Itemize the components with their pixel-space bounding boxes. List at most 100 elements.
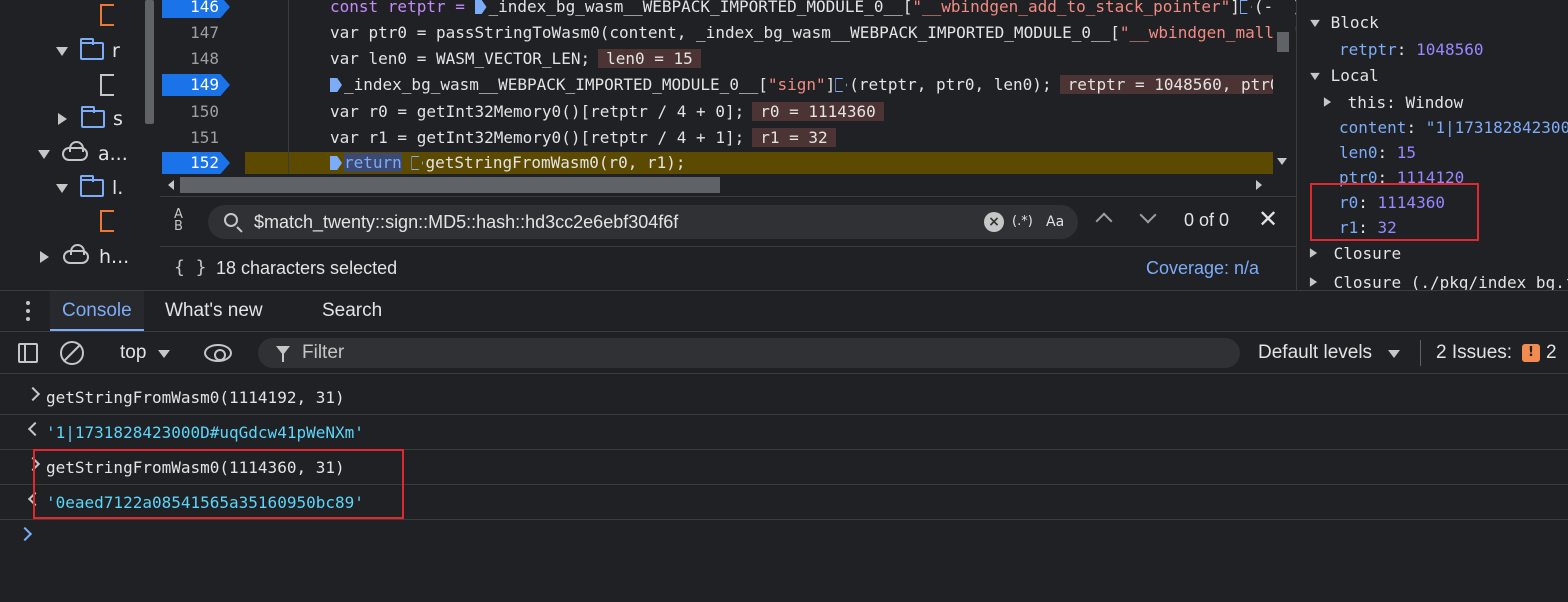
scrollbar-thumb[interactable] <box>145 0 154 124</box>
step-marker-icon[interactable] <box>330 78 342 92</box>
tree-scrollbar[interactable] <box>142 0 156 290</box>
step-marker-icon[interactable] <box>411 156 424 170</box>
tree-item-label: r <box>112 40 120 62</box>
line-number[interactable]: 148 <box>160 46 245 72</box>
scope-variable[interactable]: len0: 15 <box>1339 140 1416 165</box>
sidebar-toggle-icon[interactable] <box>18 343 38 363</box>
collapse-arrow-icon[interactable] <box>1323 97 1332 107</box>
log-levels-dropdown[interactable]: Default levels <box>1258 340 1372 366</box>
step-marker-icon[interactable] <box>330 156 342 170</box>
tree-item-file[interactable] <box>100 72 114 98</box>
tree-item-folder[interactable]: r <box>56 38 120 64</box>
scope-section-block[interactable]: Block <box>1309 10 1379 35</box>
context-selector[interactable]: top <box>120 340 146 366</box>
tab-whats-new[interactable]: What's new <box>165 291 263 331</box>
scope-section-local[interactable]: Local <box>1309 63 1379 88</box>
previous-match-icon[interactable] <box>1095 212 1113 230</box>
expand-arrow-icon[interactable] <box>56 46 68 56</box>
pretty-print-icon[interactable]: { } <box>174 257 207 278</box>
scope-section-closure[interactable]: Closure <box>1309 241 1401 266</box>
search-input[interactable]: $match_twenty::sign::MD5::hash::hd3cc2e6… <box>254 210 678 234</box>
code-text: var len0 = WASM_VECTOR_LEN; <box>330 49 591 68</box>
chevron-down-icon[interactable] <box>1388 350 1400 358</box>
code-line-149[interactable]: _index_bg_wasm__WEBPACK_IMPORTED_MODULE_… <box>330 72 1288 98</box>
line-number-breakpoint[interactable]: 149 <box>160 72 245 98</box>
scroll-down-icon[interactable] <box>1277 158 1287 165</box>
folder-icon <box>81 106 105 128</box>
live-expression-eye-icon[interactable] <box>204 344 232 362</box>
scope-variable[interactable]: this: Window <box>1323 90 1463 115</box>
collapse-arrow-icon[interactable] <box>1309 277 1318 287</box>
scrollbar-thumb[interactable] <box>180 177 720 193</box>
expand-arrow-icon[interactable] <box>56 183 68 193</box>
step-marker-icon[interactable] <box>1239 0 1252 14</box>
regex-toggle-button[interactable]: (.*) <box>1012 212 1033 232</box>
next-match-icon[interactable] <box>1139 206 1157 224</box>
annotation-highlight-box <box>1310 183 1479 241</box>
line-number[interactable]: 150 <box>160 99 245 125</box>
tree-item-domain[interactable]: h... <box>40 244 129 270</box>
tree-item-file[interactable] <box>100 2 114 28</box>
line-number-breakpoint[interactable]: 146 <box>160 0 245 20</box>
code-line-152[interactable]: return getStringFromWasm0(r0, r1); <box>330 150 686 176</box>
more-options-icon[interactable] <box>26 301 30 323</box>
tree-item-file[interactable] <box>100 208 114 234</box>
issues-count[interactable]: 2 <box>1546 340 1557 366</box>
editor-status-bar: { } 18 characters selected Coverage: n/a <box>160 246 1296 290</box>
clear-search-icon[interactable]: × <box>984 212 1004 232</box>
scope-variable[interactable]: content: "1|173182842300 <box>1339 115 1568 140</box>
filter-input[interactable]: Filter <box>302 341 344 365</box>
scope-section-label: Block <box>1330 13 1379 32</box>
scrollbar-thumb[interactable] <box>1277 32 1289 52</box>
collapse-arrow-icon[interactable] <box>1309 248 1318 258</box>
expand-arrow-icon[interactable] <box>38 149 50 159</box>
code-line-147[interactable]: var ptr0 = passStringToWasm0(content, _i… <box>330 20 1296 46</box>
editor-horizontal-scrollbar[interactable] <box>160 174 1273 196</box>
tree-item-domain[interactable]: a... <box>38 141 128 167</box>
issue-warning-icon[interactable]: ! <box>1522 344 1540 362</box>
tree-item-folder[interactable]: l. <box>56 175 123 201</box>
console-entry-result[interactable]: '1|1731828423000D#uqGdcw41pWeNXm' <box>0 415 1568 450</box>
scope-variable[interactable]: retptr: 1048560 <box>1339 37 1484 62</box>
line-gutter[interactable]: 146 147 148 149 150 151 152 <box>160 0 245 174</box>
code-line-146[interactable]: const retptr = _index_bg_wasm__WEBPACK_I… <box>330 0 1296 20</box>
issues-label[interactable]: 2 Issues: <box>1436 340 1512 366</box>
scope-section-closure[interactable]: Closure (./pkg/index_bg.js <box>1309 270 1568 290</box>
collapse-arrow-icon[interactable] <box>40 251 49 263</box>
line-number[interactable]: 151 <box>160 125 245 151</box>
code-line-150[interactable]: var r0 = getInt32Memory0()[retptr / 4 + … <box>330 99 884 125</box>
filter-input-box[interactable]: Filter <box>258 338 1240 368</box>
chevron-down-icon[interactable] <box>158 350 170 358</box>
code-line-151[interactable]: var r1 = getInt32Memory0()[retptr / 4 + … <box>330 125 836 151</box>
variable-value: 1048560 <box>1416 40 1484 59</box>
folder-icon <box>80 38 104 60</box>
console-output[interactable]: getStringFromWasm0(1114192, 31) '1|17318… <box>0 374 1568 602</box>
console-prompt-icon[interactable] <box>17 526 33 542</box>
tree-item-folder[interactable]: s <box>58 106 123 132</box>
search-input-box[interactable]: $match_twenty::sign::MD5::hash::hd3cc2e6… <box>208 205 1078 239</box>
scroll-right-icon[interactable] <box>1256 180 1262 190</box>
replace-toggle-icon[interactable]: A B <box>174 208 183 233</box>
code-text: var r0 = getInt32Memory0()[retptr / 4 + … <box>330 102 745 121</box>
tab-search[interactable]: Search <box>322 291 382 331</box>
tab-console[interactable]: Console <box>50 291 144 331</box>
collapse-arrow-icon[interactable] <box>58 113 67 125</box>
coverage-link[interactable]: Coverage: n/a <box>1146 258 1259 279</box>
line-number[interactable]: 147 <box>160 20 245 46</box>
editor-vertical-scrollbar[interactable] <box>1273 0 1293 174</box>
step-marker-icon[interactable] <box>835 78 848 92</box>
line-number-breakpoint[interactable]: 152 <box>160 150 245 176</box>
expand-arrow-icon[interactable] <box>1310 72 1320 81</box>
scroll-left-icon[interactable] <box>168 180 174 190</box>
close-search-icon[interactable]: ✕ <box>1258 206 1278 232</box>
search-bar: A B $match_twenty::sign::MD5::hash::hd3c… <box>160 196 1296 246</box>
expand-arrow-icon[interactable] <box>1310 19 1320 28</box>
code-editor[interactable]: 146 147 148 149 150 151 152 const retptr… <box>160 0 1296 196</box>
match-case-button[interactable]: Aa <box>1046 212 1064 232</box>
indent-guide <box>288 0 289 174</box>
step-marker-icon[interactable] <box>474 0 487 14</box>
console-entry-input[interactable]: getStringFromWasm0(1114192, 31) <box>0 380 1568 415</box>
code-line-148[interactable]: var len0 = WASM_VECTOR_LEN; len0 = 15 <box>330 46 701 72</box>
clear-console-icon[interactable] <box>60 341 84 365</box>
code-string: "__wbindgen_add_to_stack_pointer" <box>912 0 1231 16</box>
